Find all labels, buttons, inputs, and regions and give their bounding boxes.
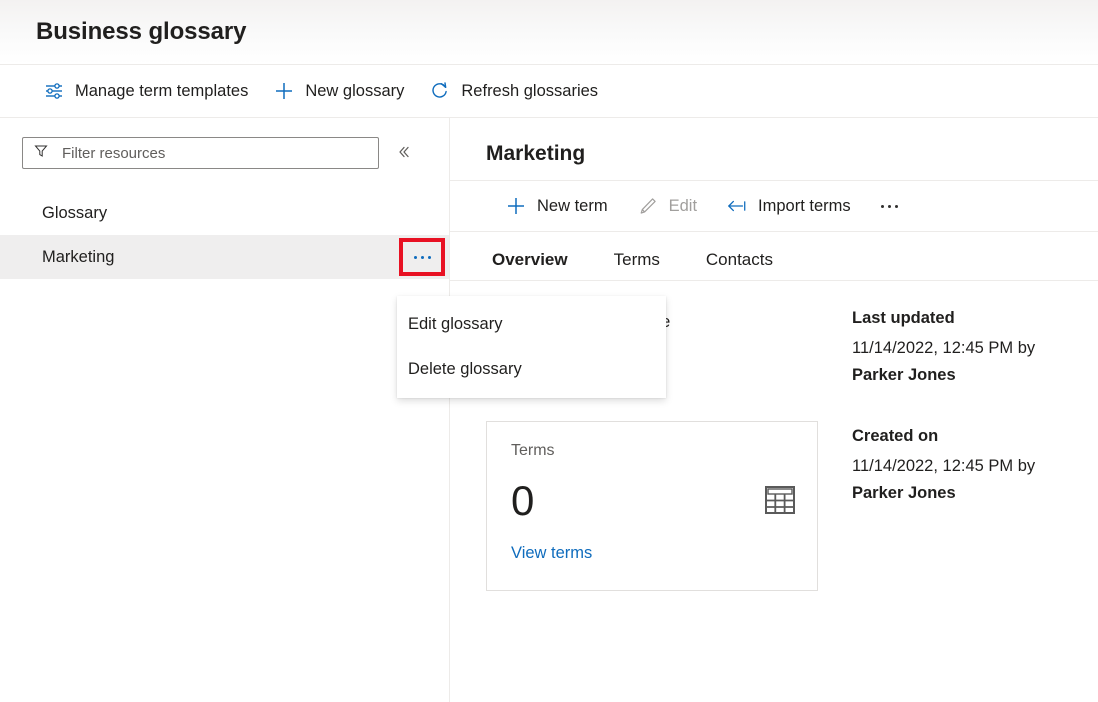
created-on-value: 11/14/2022, 12:45 PM by Parker Jones: [852, 453, 1082, 507]
last-updated-block: Last updated 11/14/2022, 12:45 PM by Par…: [852, 309, 1082, 389]
sidebar-item-label: Marketing: [42, 248, 403, 267]
glossary-tree: Glossary Marketing: [0, 191, 449, 279]
filter-input[interactable]: [60, 144, 344, 163]
glossary-list-pane: Glossary Marketing: [0, 118, 450, 702]
new-glossary-button[interactable]: New glossary: [266, 71, 412, 111]
page-title: Business glossary: [36, 18, 246, 46]
filter-box[interactable]: [22, 137, 379, 169]
page-header: Business glossary: [0, 0, 1098, 64]
table-grid-icon: [765, 486, 795, 519]
detail-title: Marketing: [450, 118, 1098, 166]
terms-card-label: Terms: [511, 442, 793, 460]
refresh-glossaries-button[interactable]: Refresh glossaries: [422, 71, 606, 111]
terms-card-count: 0: [511, 480, 793, 522]
global-command-bar: Manage term templates New glossary Refre…: [0, 64, 1098, 118]
pencil-icon: [638, 196, 658, 216]
sidebar-item-glossary[interactable]: Glossary: [0, 191, 449, 235]
last-updated-label: Last updated: [852, 309, 1082, 328]
filter-funnel-icon: [33, 143, 49, 164]
created-on-timestamp: 11/14/2022, 12:45 PM by: [852, 457, 1035, 475]
glossary-detail-pane: Marketing New term Edit: [450, 118, 1098, 702]
terms-card: Terms 0 View terms: [486, 421, 818, 591]
created-on-block: Created on 11/14/2022, 12:45 PM by Parke…: [852, 427, 1082, 507]
manage-term-templates-label: Manage term templates: [75, 82, 248, 101]
refresh-glossaries-label: Refresh glossaries: [461, 82, 598, 101]
view-terms-link[interactable]: View terms: [511, 544, 592, 563]
new-term-button[interactable]: New term: [498, 186, 616, 226]
last-updated-user: Parker Jones: [852, 366, 956, 384]
import-arrow-icon: [727, 196, 747, 216]
tab-contacts[interactable]: Contacts: [700, 249, 779, 280]
new-glossary-label: New glossary: [305, 82, 404, 101]
refresh-icon: [430, 81, 450, 101]
last-updated-timestamp: 11/14/2022, 12:45 PM by: [852, 339, 1035, 357]
body-split: Glossary Marketing Marketing Ne: [0, 118, 1098, 702]
import-terms-label: Import terms: [758, 197, 851, 216]
new-term-label: New term: [537, 197, 608, 216]
detail-overflow-button[interactable]: [873, 186, 906, 226]
chevron-double-left-icon: [396, 144, 412, 163]
ellipsis-icon: [414, 256, 431, 259]
menu-item-edit-glossary[interactable]: Edit glossary: [397, 302, 666, 347]
edit-label: Edit: [669, 197, 697, 216]
glossary-more-options-button[interactable]: [403, 242, 441, 272]
menu-item-delete-glossary[interactable]: Delete glossary: [397, 347, 666, 392]
edit-button[interactable]: Edit: [630, 186, 705, 226]
sidebar-item-marketing[interactable]: Marketing: [0, 235, 449, 279]
sidebar-item-label: Glossary: [42, 204, 449, 223]
plus-icon: [506, 196, 526, 216]
created-on-label: Created on: [852, 427, 1082, 446]
overview-right-column: Last updated 11/14/2022, 12:45 PM by Par…: [852, 309, 1082, 591]
detail-command-bar: New term Edit: [450, 180, 1098, 232]
created-on-user: Parker Jones: [852, 484, 956, 502]
collapse-pane-button[interactable]: [388, 137, 420, 169]
filter-row: [0, 118, 449, 169]
sliders-icon: [44, 81, 64, 101]
last-updated-value: 11/14/2022, 12:45 PM by Parker Jones: [852, 335, 1082, 389]
import-terms-button[interactable]: Import terms: [719, 186, 859, 226]
plus-icon: [274, 81, 294, 101]
tab-terms[interactable]: Terms: [608, 249, 666, 280]
glossary-context-menu: Edit glossary Delete glossary: [397, 296, 666, 398]
detail-tabs: Overview Terms Contacts: [450, 232, 1098, 281]
ellipsis-icon: [881, 205, 898, 208]
manage-term-templates-button[interactable]: Manage term templates: [36, 71, 256, 111]
tab-overview[interactable]: Overview: [486, 249, 574, 280]
